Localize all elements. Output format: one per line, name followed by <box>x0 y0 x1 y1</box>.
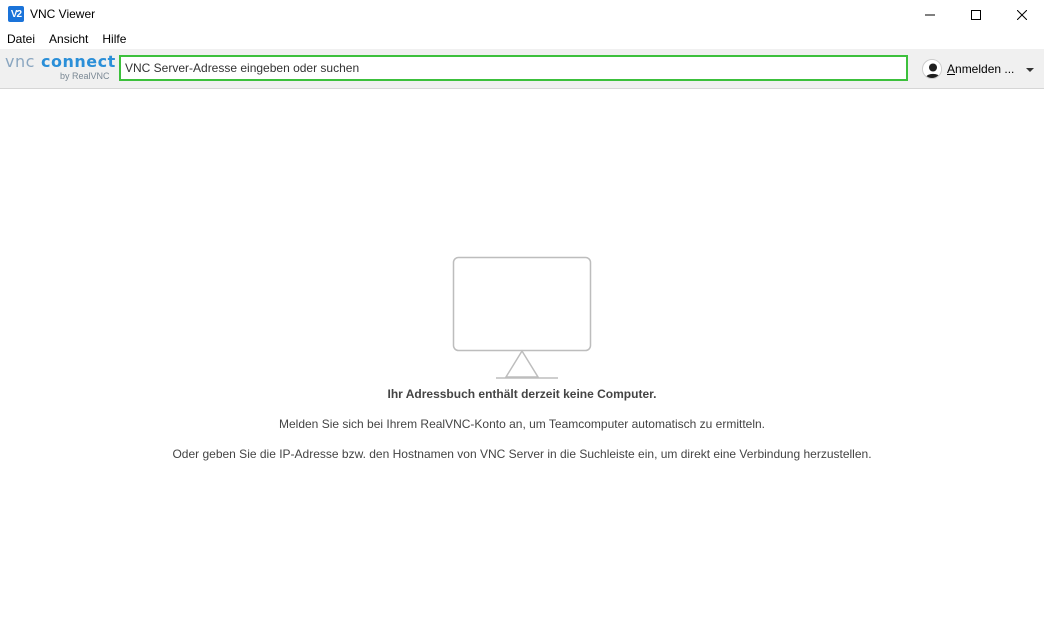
maximize-icon <box>971 10 981 20</box>
signin-button[interactable]: Anmelden ... <box>922 57 1014 81</box>
monitor-icon <box>452 256 592 382</box>
menu-ansicht[interactable]: Ansicht <box>42 30 95 49</box>
maximize-button[interactable] <box>953 0 999 30</box>
empty-state-hint-search: Oder geben Sie die IP-Adresse bzw. den H… <box>172 447 872 461</box>
menu-hilfe[interactable]: Hilfe <box>95 30 133 49</box>
minimize-icon <box>925 14 935 16</box>
empty-state-hint-signin: Melden Sie sich bei Ihrem RealVNC-Konto … <box>279 417 765 431</box>
toolbar: vnc connect by RealVNC Anmelden ... <box>0 49 1044 89</box>
search-box <box>119 55 908 81</box>
menu-bar: Datei Ansicht Hilfe <box>0 30 1044 49</box>
logo-connect-text: connect <box>40 52 116 71</box>
signin-dropdown-button[interactable] <box>1025 64 1035 74</box>
close-icon <box>1017 10 1027 20</box>
minimize-button[interactable] <box>907 0 953 30</box>
title-bar: V2 VNC Viewer <box>0 0 1044 30</box>
signin-label: Anmelden ... <box>947 62 1014 76</box>
vnc-app-icon[interactable]: V2 <box>8 6 24 22</box>
logo-wordmark: vnc connect <box>5 54 116 70</box>
chevron-down-icon <box>1026 68 1034 72</box>
empty-state-title: Ihr Adressbuch enthält derzeit keine Com… <box>387 387 657 401</box>
window-title: VNC Viewer <box>30 7 96 21</box>
signin-label-rest: nmelden ... <box>955 62 1015 76</box>
menu-datei[interactable]: Datei <box>0 30 42 49</box>
signin-accel-key: A <box>947 62 956 76</box>
search-input[interactable] <box>121 57 906 79</box>
close-button[interactable] <box>999 0 1044 30</box>
vnc-connect-logo: vnc connect by RealVNC <box>5 54 116 84</box>
user-avatar-icon <box>922 59 942 79</box>
logo-byline: by RealVNC <box>60 71 110 81</box>
logo-vnc-text: vnc <box>5 52 35 71</box>
